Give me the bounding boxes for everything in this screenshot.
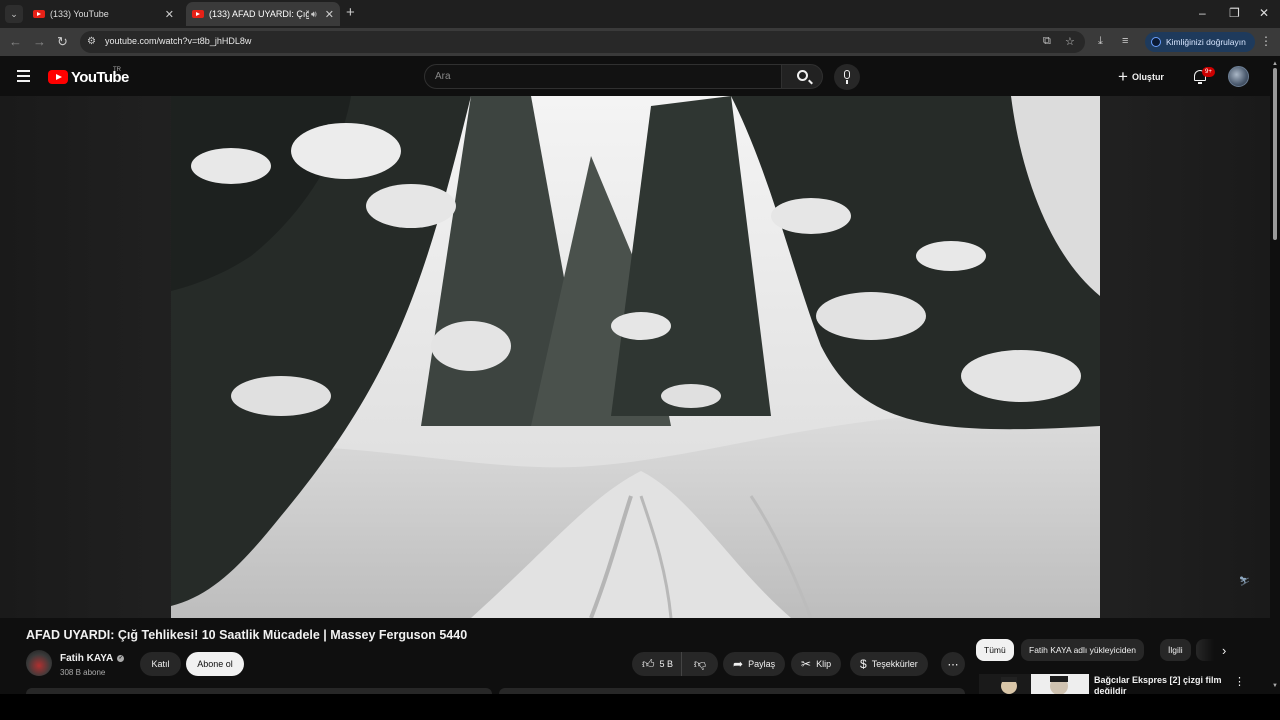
maximize-icon[interactable]: ❐ xyxy=(1229,6,1240,20)
like-dislike-group: 👍︎ 5 B 👎︎ xyxy=(632,652,718,676)
browser-menu-icon[interactable]: ⋮ xyxy=(1260,34,1272,48)
chip-all[interactable]: Tümü xyxy=(976,639,1014,661)
bookmark-star-icon[interactable]: ☆ xyxy=(1065,35,1075,48)
browser-tab-youtube[interactable]: (133) YouTube ✕ xyxy=(28,2,180,26)
thanks-button[interactable]: $ Teşekkürler xyxy=(850,652,928,676)
browser-tab-strip: ⌄ (133) YouTube ✕ (133) AFAD UYARDI: Çığ… xyxy=(0,0,1280,28)
thanks-label: Teşekkürler xyxy=(871,659,918,669)
join-button[interactable]: Katıl xyxy=(140,652,181,676)
region-code: TR xyxy=(113,67,121,73)
media-controls-icon[interactable]: ≡ xyxy=(1122,35,1128,47)
verify-identity-button[interactable]: Kimliğinizi doğrulayın xyxy=(1145,32,1255,52)
video-title: AFAD UYARDI: Çığ Tehlikesi! 10 Saatlik M… xyxy=(26,628,468,642)
tab-title: (133) AFAD UYARDI: Çığ Tehlikesi! 10 Saa… xyxy=(209,9,309,19)
share-label: Paylaş xyxy=(748,659,776,669)
super-thanks-icon: $ xyxy=(860,657,867,671)
forward-icon[interactable]: → xyxy=(33,34,46,49)
page-scrollbar[interactable]: ▲ ▼ xyxy=(1270,56,1280,694)
video-frame[interactable] xyxy=(171,96,1100,618)
recommendation-menu-icon[interactable]: ⋮ xyxy=(1234,675,1245,688)
channel-watermark-icon[interactable]: ⛷︎ xyxy=(1239,576,1261,596)
create-button[interactable]: + Oluştur xyxy=(1118,68,1164,86)
plus-icon: + xyxy=(1118,67,1128,86)
url-text[interactable]: youtube.com/watch?v=t8b_jhHDL8w xyxy=(105,36,251,46)
youtube-favicon-icon xyxy=(33,10,45,18)
tab-search-button[interactable]: ⌄ xyxy=(5,5,23,23)
like-button[interactable]: 👍︎ 5 B xyxy=(632,652,682,676)
address-bar[interactable]: ⚙︎ youtube.com/watch?v=t8b_jhHDL8w ⧉ ☆ xyxy=(80,31,1085,53)
chip-from-uploader[interactable]: Fatih KAYA adlı yükleyiciden xyxy=(1021,639,1144,661)
verified-check-icon: ✓ xyxy=(117,655,125,662)
share-arrow-icon: ➦ xyxy=(733,657,744,671)
voice-search-button[interactable] xyxy=(834,64,860,90)
more-actions-icon[interactable]: ⋯ xyxy=(941,652,965,676)
close-tab-icon[interactable]: ✕ xyxy=(325,8,334,21)
youtube-favicon-icon xyxy=(192,10,204,18)
minimize-icon[interactable]: – xyxy=(1199,6,1206,20)
chip-scroll-fade xyxy=(1196,639,1214,661)
search-button[interactable] xyxy=(781,64,823,89)
close-window-icon[interactable]: ✕ xyxy=(1259,6,1269,20)
like-count: 5 B xyxy=(659,659,674,669)
site-info-icon[interactable]: ⚙︎ xyxy=(87,36,99,48)
snowy-forest-video-frame xyxy=(171,96,1100,618)
profile-circle-icon xyxy=(1151,37,1161,47)
subscribe-button[interactable]: Abone ol xyxy=(186,652,244,676)
share-button[interactable]: ➦ Paylaş xyxy=(723,652,786,676)
scroll-up-arrow-icon[interactable]: ▲ xyxy=(1272,61,1278,67)
create-label: Oluştur xyxy=(1131,72,1164,82)
search-input[interactable] xyxy=(435,71,765,82)
channel-name-text: Fatih KAYA xyxy=(60,653,114,664)
download-icon[interactable]: ⤓ xyxy=(1098,35,1103,48)
speaker-icon[interactable]: 🔊︎ xyxy=(311,9,317,20)
subscriber-count: 308 B abone xyxy=(60,668,106,677)
verify-label: Kimliğinizi doğrulayın xyxy=(1166,37,1246,47)
reload-icon[interactable]: ↻ xyxy=(57,34,68,50)
notification-count-badge: 9+ xyxy=(1202,67,1215,77)
clip-button[interactable]: ✂︎ Klip xyxy=(791,652,842,676)
tab-title: (133) YouTube xyxy=(50,9,109,19)
os-taskbar xyxy=(0,694,1280,720)
chip-related[interactable]: İlgili xyxy=(1160,639,1191,661)
menu-icon[interactable] xyxy=(17,70,30,82)
channel-name[interactable]: Fatih KAYA ✓ xyxy=(60,653,125,664)
channel-avatar[interactable] xyxy=(26,650,52,676)
search-icon xyxy=(797,70,808,81)
youtube-play-icon xyxy=(48,70,68,84)
youtube-masthead: YouTube TR + Oluştur 9+ xyxy=(0,56,1280,96)
install-app-icon[interactable]: ⧉ xyxy=(1043,35,1051,48)
microphone-icon xyxy=(844,70,850,79)
scroll-down-arrow-icon[interactable]: ▼ xyxy=(1272,683,1278,689)
chevron-right-icon[interactable]: › xyxy=(1222,643,1226,658)
clip-label: Klip xyxy=(816,659,832,669)
search-box xyxy=(424,64,782,89)
dislike-button[interactable]: 👎︎ xyxy=(682,652,718,676)
thumbs-up-icon: 👍︎ xyxy=(642,657,655,671)
scissors-icon: ✂︎ xyxy=(801,657,812,671)
close-tab-icon[interactable]: ✕ xyxy=(165,8,174,21)
browser-tab-video[interactable]: (133) AFAD UYARDI: Çığ Tehlikesi! 10 Saa… xyxy=(186,2,340,26)
browser-toolbar: ← → ↻ ⚙︎ youtube.com/watch?v=t8b_jhHDL8w… xyxy=(0,28,1280,56)
video-player[interactable]: ⛷︎ xyxy=(0,96,1270,618)
account-avatar[interactable] xyxy=(1228,66,1249,87)
scrollbar-thumb[interactable] xyxy=(1273,68,1277,240)
new-tab-button[interactable]: + xyxy=(346,5,355,21)
thumbs-down-icon: 👎︎ xyxy=(693,656,707,671)
back-icon[interactable]: ← xyxy=(9,34,22,49)
